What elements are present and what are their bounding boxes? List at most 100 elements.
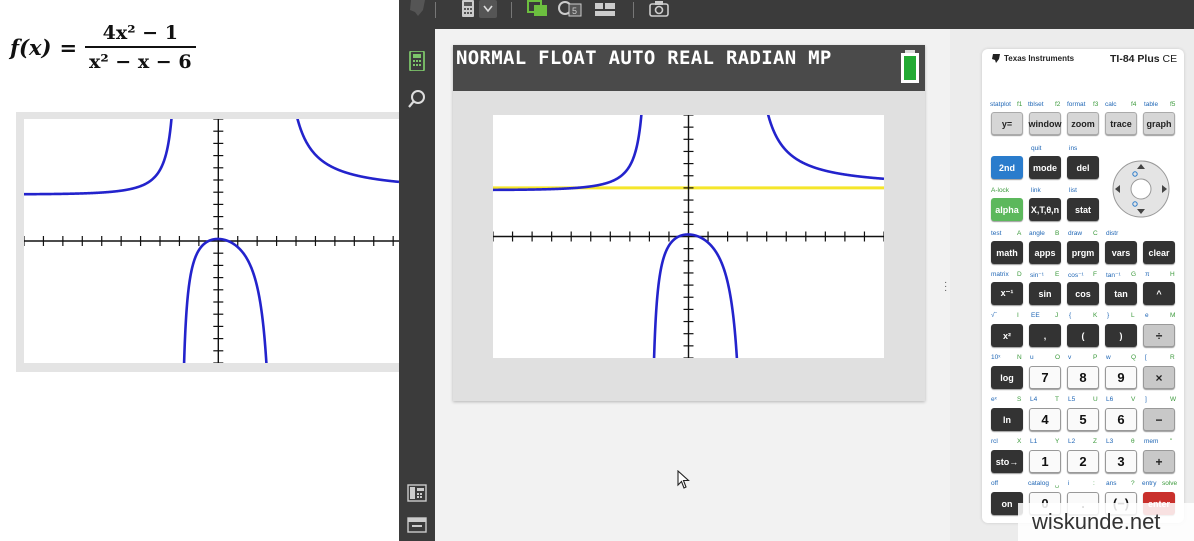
function-formula: f(x) = 4x² − 1 x² − x − 6 [10,22,196,73]
label-mem: mem [1144,438,1159,445]
key-2nd[interactable]: 2nd [991,156,1023,179]
arrow-keys-dpad[interactable] [1110,160,1172,218]
label-calc: calc [1105,101,1117,108]
calculator-graph[interactable] [493,115,884,358]
key-4[interactable]: 4 [1029,408,1061,431]
layout-icon[interactable] [595,0,617,18]
key-cos[interactable]: cos [1067,282,1099,305]
label-theta: θ [1131,438,1135,445]
key-prgm[interactable]: prgm [1067,241,1099,264]
search-icon[interactable] [407,89,427,109]
label-b: B [1055,230,1060,237]
key-plus[interactable]: + [1143,450,1175,473]
key-2[interactable]: 2 [1067,450,1099,473]
calculator-icon[interactable] [461,0,475,18]
key-divide[interactable]: ÷ [1143,324,1175,347]
label-list: list [1069,187,1077,194]
key-9[interactable]: 9 [1105,366,1137,389]
label-draw: draw [1068,230,1083,237]
label-lbrace: { [1069,312,1072,319]
keypad-icon[interactable] [407,51,427,71]
camera-icon[interactable] [649,0,669,18]
key-sin[interactable]: sin [1029,282,1061,305]
key-del[interactable]: del [1067,156,1099,179]
label-ans: ans [1106,480,1117,487]
toolbar-divider [435,2,436,18]
label-z: Z [1093,438,1097,445]
copy-screen-icon[interactable] [527,0,549,18]
key-clear[interactable]: clear [1143,241,1175,264]
ti-logo-icon [410,0,425,16]
key-log[interactable]: log [991,366,1023,389]
label-sin-inv: sin⁻¹ [1030,272,1044,279]
key-ln[interactable]: ln [991,408,1023,431]
key-vars[interactable]: vars [1105,241,1137,264]
key-comma[interactable]: , [1029,324,1061,347]
panel-resize-handle[interactable]: · · · [944,278,948,296]
label-f5: f5 [1170,101,1176,108]
key-minus[interactable]: − [1143,408,1175,431]
key-6[interactable]: 6 [1105,408,1137,431]
label-g: G [1131,271,1137,278]
key-mode[interactable]: mode [1029,156,1061,179]
key-trace[interactable]: trace [1105,112,1137,135]
svg-text:5: 5 [572,6,577,16]
label-a: A [1017,230,1022,237]
label-e: E [1055,271,1060,278]
label-w: w [1106,354,1111,361]
math-panel: f(x) = 4x² − 1 x² − x − 6 [0,0,399,541]
key-zoom[interactable]: zoom [1067,112,1099,135]
chevron-down-icon[interactable] [479,0,497,18]
label-l2: L2 [1068,438,1076,445]
status-bar: NORMAL FLOAT AUTO REAL RADIAN MP [453,45,925,91]
key-sto[interactable]: sto→ [991,450,1023,473]
window-icon[interactable] [407,515,427,535]
key-tan[interactable]: tan [1105,282,1137,305]
key-apps[interactable]: apps [1029,241,1061,264]
key-5[interactable]: 5 [1067,408,1099,431]
key-window[interactable]: window [1029,112,1062,135]
key-3[interactable]: 3 [1105,450,1137,473]
key-x-inverse[interactable]: x⁻¹ [991,282,1023,305]
keypad-toggle-icon[interactable] [407,483,427,503]
label-quote: " [1170,438,1173,445]
label-space: ␣ [1055,481,1060,488]
label-q: Q [1131,354,1137,361]
label-e-const: e [1145,312,1149,319]
label-quit: quit [1031,145,1042,152]
key-right-paren[interactable]: ) [1105,324,1137,347]
label-k: K [1093,312,1098,319]
label-format: format [1067,101,1086,108]
key-7[interactable]: 7 [1029,366,1061,389]
label-f4: f4 [1131,101,1137,108]
label-h: H [1170,271,1175,278]
label-entry: entry [1142,480,1157,487]
label-l5: L5 [1068,396,1076,403]
key-y-equals[interactable]: y= [991,112,1023,135]
key-8[interactable]: 8 [1067,366,1099,389]
fraction-denominator: x² − x − 6 [89,51,192,73]
key-xt-theta-n[interactable]: X,T,θ,n [1029,198,1061,221]
key-stat[interactable]: stat [1067,198,1099,221]
key-alpha[interactable]: alpha [991,198,1023,221]
label-f: F [1093,271,1097,278]
key-x-squared[interactable]: x² [991,324,1023,347]
equals-sign: = [59,35,78,60]
key-math[interactable]: math [991,241,1023,264]
label-m: M [1170,312,1176,319]
key-graph[interactable]: graph [1143,112,1175,135]
key-multiply[interactable]: × [1143,366,1175,389]
label-j: J [1055,312,1059,319]
model-suffix: CE [1162,53,1178,65]
watermark-text: wiskunde.net [1032,509,1161,534]
label-f2: f2 [1055,101,1061,108]
sync-icon[interactable]: 5 [557,0,583,18]
label-sqrt: √‾ [991,312,997,319]
key-1[interactable]: 1 [1029,450,1061,473]
key-left-paren[interactable]: ( [1067,324,1099,347]
label-v2: V [1131,396,1136,403]
label-u2: U [1093,396,1098,403]
key-caret[interactable]: ^ [1143,282,1175,305]
label-colon: : [1093,480,1095,487]
label-l1: L1 [1030,438,1038,445]
